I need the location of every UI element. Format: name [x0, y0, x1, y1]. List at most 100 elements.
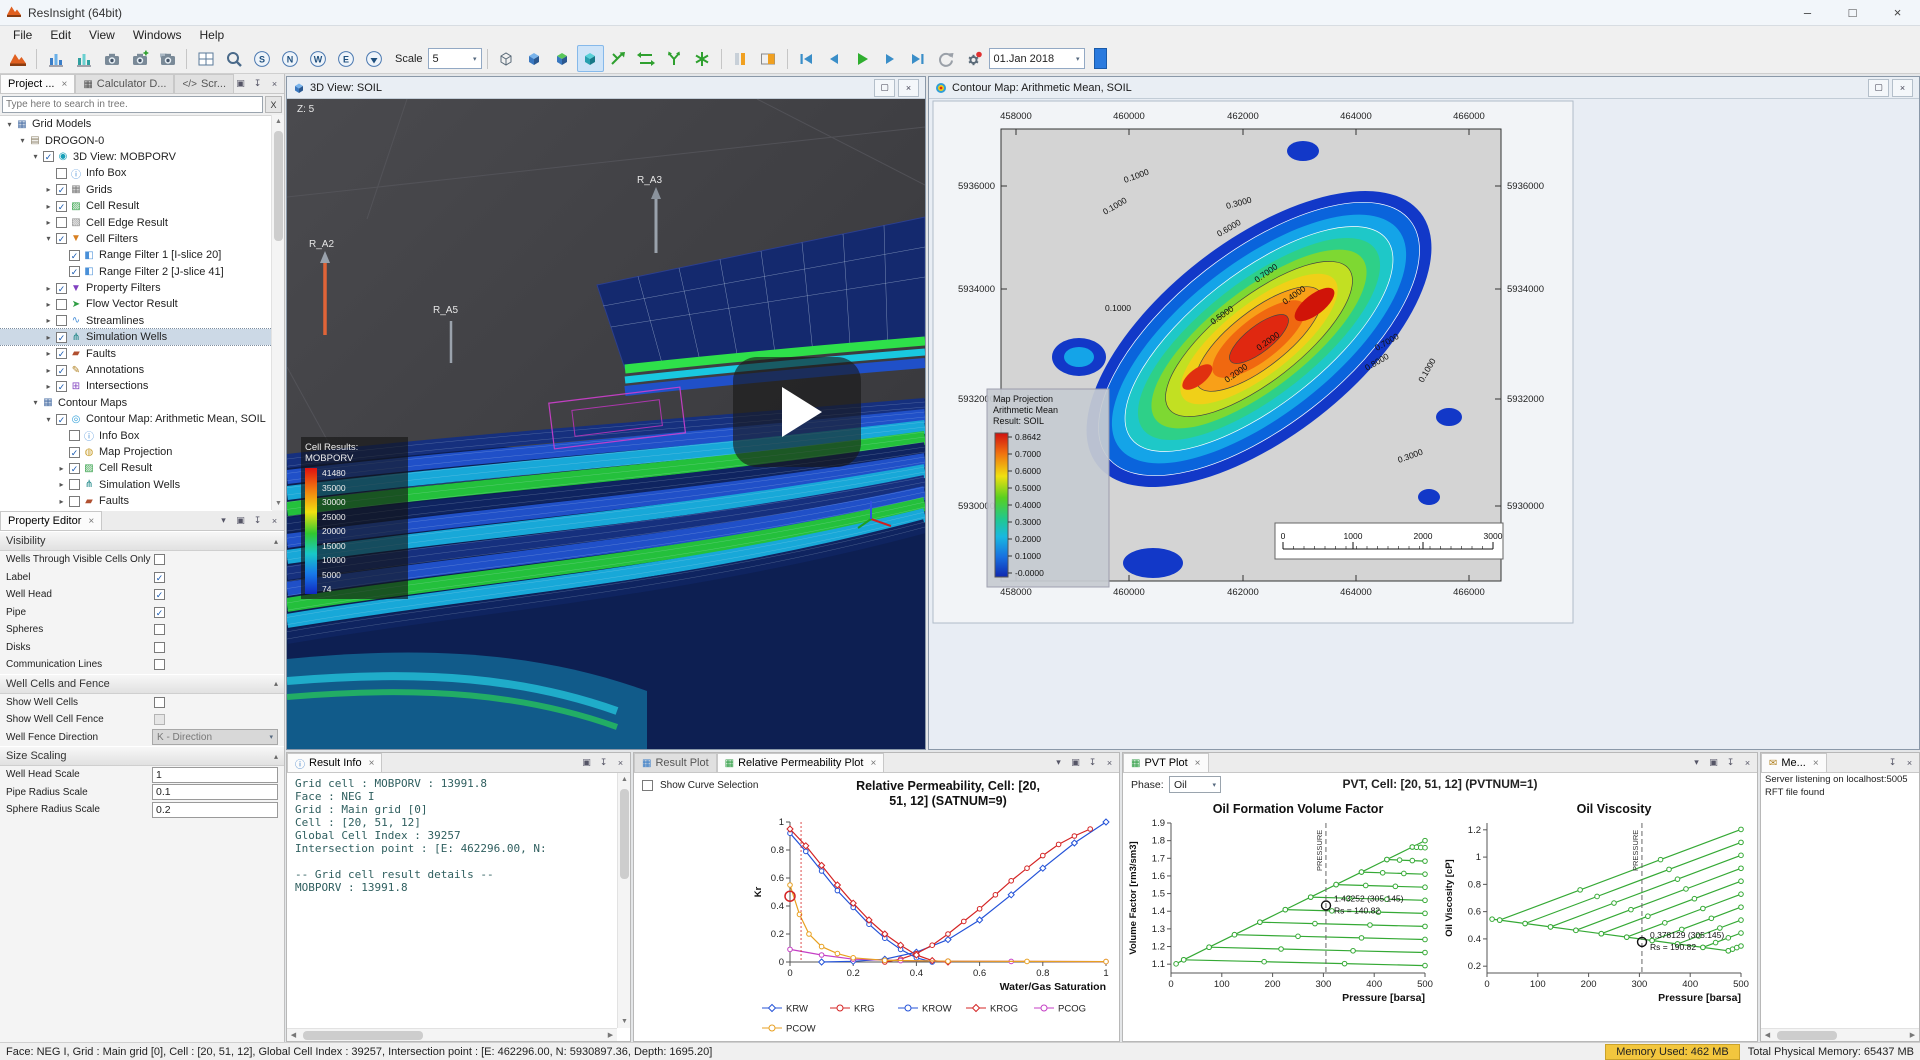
scroll-down-icon[interactable]: ▼: [618, 1015, 631, 1028]
checkbox[interactable]: ✓: [154, 589, 165, 600]
float-button[interactable]: ▣: [233, 513, 248, 528]
new-3d-view-button[interactable]: [42, 45, 69, 72]
tree-item[interactable]: ▸✓▼Property Filters: [0, 280, 272, 296]
pin-button[interactable]: ↧: [1085, 755, 1100, 770]
scroll-left-icon[interactable]: ◀: [287, 1029, 300, 1042]
tree-item[interactable]: ▸✓⊞Intersections: [0, 378, 272, 394]
tree-item[interactable]: ▸✓✎Annotations: [0, 362, 272, 378]
collapse-icon[interactable]: ▴: [274, 752, 278, 761]
relative-permeability-chart[interactable]: 00.20.40.60.8100.20.40.60.81Relative Per…: [750, 774, 1119, 1040]
tree-item[interactable]: ▾▦Contour Maps: [0, 395, 272, 411]
tree-item[interactable]: ▸✓▰Faults: [0, 345, 272, 361]
checkbox[interactable]: ✓: [56, 381, 67, 392]
close-button[interactable]: ×: [898, 79, 919, 97]
checkbox[interactable]: ✓: [56, 365, 67, 376]
close-button[interactable]: ×: [1902, 755, 1917, 770]
menu-edit[interactable]: Edit: [41, 27, 80, 43]
checkbox[interactable]: [154, 554, 165, 565]
checkbox[interactable]: ✓: [56, 348, 67, 359]
checkbox[interactable]: [69, 496, 80, 507]
animation-repeat-button[interactable]: [933, 45, 960, 72]
expander-icon[interactable]: ▸: [56, 497, 67, 506]
checkbox[interactable]: [154, 697, 165, 708]
snapshot-all-views-button[interactable]: [126, 45, 153, 72]
close-icon[interactable]: ×: [870, 758, 876, 769]
new-plot-window-button[interactable]: [70, 45, 97, 72]
scroll-thumb[interactable]: [303, 1031, 423, 1040]
pin-button[interactable]: ↧: [250, 76, 265, 91]
checkbox[interactable]: ✓: [69, 266, 80, 277]
tree-item[interactable]: ⓘInfo Box: [0, 427, 272, 443]
checkbox[interactable]: [154, 714, 165, 725]
checkbox[interactable]: ✓: [154, 607, 165, 618]
tree-scrollbar[interactable]: ▲ ▼: [271, 115, 284, 510]
scroll-left-icon[interactable]: ◀: [1761, 1029, 1774, 1042]
tab-calculator-d-[interactable]: ▦Calculator D...: [75, 74, 174, 93]
well-measurement-button[interactable]: [689, 45, 716, 72]
minimize-button[interactable]: –: [1785, 0, 1830, 25]
show-grid-box-button[interactable]: [493, 45, 520, 72]
view-east-button[interactable]: E: [332, 45, 359, 72]
contour-titlebar[interactable]: Contour Map: Arithmetic Mean, SOIL ▢ ×: [929, 77, 1919, 99]
pin-button[interactable]: ↧: [1885, 755, 1900, 770]
tree-item[interactable]: ▾✓◉3D View: MOBPORV: [0, 149, 272, 165]
tab-pvt-plot[interactable]: ▦ PVT Plot ×: [1123, 753, 1209, 772]
draw-style-lines-button[interactable]: [727, 45, 754, 72]
result-info-vscroll[interactable]: ▲ ▼: [617, 773, 630, 1028]
expander-icon[interactable]: ▸: [43, 382, 54, 391]
text-input[interactable]: 0.2: [152, 802, 278, 818]
show-faults-button[interactable]: [577, 45, 604, 72]
tree-item[interactable]: ▾▦Grid Models: [0, 116, 272, 132]
view-down-button[interactable]: [360, 45, 387, 72]
tree-item[interactable]: ▸▧Cell Edge Result: [0, 214, 272, 230]
checkbox[interactable]: [56, 299, 67, 310]
restore-button[interactable]: ▢: [1868, 79, 1889, 97]
expander-icon[interactable]: ▸: [43, 366, 54, 375]
menu-file[interactable]: File: [4, 27, 41, 43]
tree-item[interactable]: ▸✓▨Cell Result: [0, 198, 272, 214]
checkbox[interactable]: [69, 479, 80, 490]
result-info-hscroll[interactable]: ◀ ▶: [287, 1028, 617, 1041]
tree-item[interactable]: ▸▰Faults: [0, 493, 272, 509]
checkbox[interactable]: ✓: [56, 184, 67, 195]
view3d-titlebar[interactable]: 3D View: SOIL ▢ ×: [287, 77, 925, 99]
float-button[interactable]: ▣: [233, 76, 248, 91]
close-icon[interactable]: ×: [1813, 758, 1819, 769]
well-disconnected-cells-button[interactable]: [605, 45, 632, 72]
tree-item[interactable]: ✓◧Range Filter 1 [I-slice 20]: [0, 247, 272, 263]
expander-icon[interactable]: ▸: [43, 218, 54, 227]
scroll-right-icon[interactable]: ▶: [1906, 1029, 1919, 1042]
show-grid-surface-button[interactable]: [549, 45, 576, 72]
tree-item[interactable]: ▸✓▦Grids: [0, 182, 272, 198]
close-button[interactable]: ×: [1740, 755, 1755, 770]
well-branch-button[interactable]: [661, 45, 688, 72]
scroll-thumb[interactable]: [274, 131, 283, 241]
text-input[interactable]: 0.1: [152, 784, 278, 800]
close-button[interactable]: ×: [1892, 79, 1913, 97]
expander-icon[interactable]: ▸: [43, 316, 54, 325]
show-grid-cells-button[interactable]: [521, 45, 548, 72]
animation-skip-to-end-button[interactable]: [905, 45, 932, 72]
close-button[interactable]: ×: [1875, 0, 1920, 25]
tree-item[interactable]: ▸⋔Simulation Wells: [0, 477, 272, 493]
close-icon[interactable]: ×: [1195, 758, 1201, 769]
tree-item[interactable]: ✓◧Range Filter 2 [J-slice 41]: [0, 264, 272, 280]
pin-button[interactable]: ↧: [1723, 755, 1738, 770]
expander-icon[interactable]: ▸: [56, 464, 67, 473]
checkbox[interactable]: [56, 217, 67, 228]
tab-result-plot[interactable]: ▦ Result Plot: [634, 753, 717, 772]
tree-item[interactable]: ▸✓⋔Simulation Wells: [0, 329, 272, 345]
tree-item[interactable]: ⓘInfo Box: [0, 165, 272, 181]
close-button[interactable]: ×: [1102, 755, 1117, 770]
expander-icon[interactable]: ▸: [43, 284, 54, 293]
checkbox[interactable]: ✓: [69, 447, 80, 458]
animation-step-forward-button[interactable]: [877, 45, 904, 72]
expander-icon[interactable]: ▾: [4, 120, 15, 129]
float-button[interactable]: ▣: [1068, 755, 1083, 770]
expander-icon[interactable]: ▸: [43, 300, 54, 309]
scroll-thumb[interactable]: [620, 789, 629, 879]
expander-icon[interactable]: ▾: [43, 415, 54, 424]
checkbox[interactable]: [56, 168, 67, 179]
contour-map-plot[interactable]: 4580004580004600004600004620004620004640…: [929, 99, 1919, 749]
animation-settings-button[interactable]: [961, 45, 988, 72]
